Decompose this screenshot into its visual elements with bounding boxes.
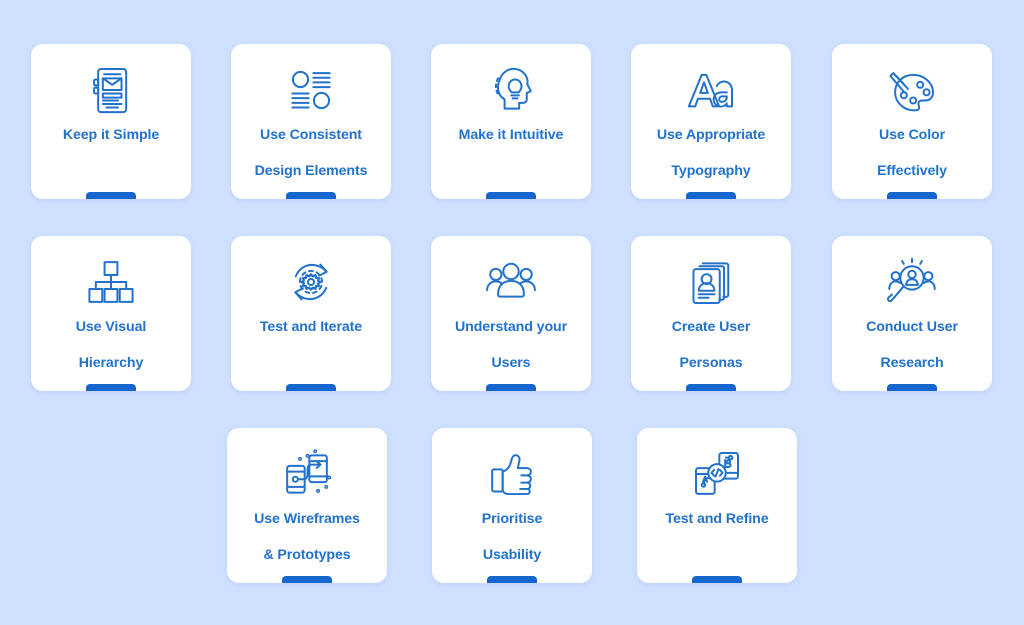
card-test-and-refine[interactable]: Test and Refine (637, 428, 797, 583)
paint-palette-icon (884, 44, 940, 126)
card-understand-your-users[interactable]: Understand your Users (431, 236, 591, 391)
card-conduct-user-research[interactable]: Conduct User Research (832, 236, 992, 391)
card-accent-bar (86, 192, 136, 199)
persona-cards-icon (683, 236, 739, 318)
card-label: Use Consistent Design Elements (254, 127, 368, 180)
card-use-wireframes-and-prototypes[interactable]: Use Wireframes & Prototypes (227, 428, 387, 583)
list-layout-icon (283, 44, 339, 126)
typography-aa-icon (683, 44, 739, 126)
card-accent-bar (487, 576, 537, 583)
user-group-icon (483, 236, 539, 318)
thumbs-up-icon (484, 428, 540, 510)
magnifier-users-icon (884, 236, 940, 318)
card-accent-bar (686, 192, 736, 199)
card-accent-bar (887, 192, 937, 199)
card-accent-bar (282, 576, 332, 583)
card-make-it-intuitive[interactable]: Make it Intuitive (431, 44, 591, 199)
head-lightbulb-icon (483, 44, 539, 126)
card-label: Test and Refine (665, 511, 769, 527)
card-label: Test and Iterate (259, 319, 363, 335)
card-accent-bar (86, 384, 136, 391)
card-label: Prioritise Usability (481, 511, 543, 564)
card-test-and-iterate[interactable]: Test and Iterate (231, 236, 391, 391)
card-accent-bar (692, 576, 742, 583)
hierarchy-tree-icon (83, 236, 139, 318)
card-use-appropriate-typography[interactable]: Use Appropriate Typography (631, 44, 791, 199)
card-accent-bar (286, 192, 336, 199)
card-keep-it-simple[interactable]: Keep it Simple (31, 44, 191, 199)
card-accent-bar (286, 384, 336, 391)
card-accent-bar (686, 384, 736, 391)
prototype-phones-icon (279, 428, 335, 510)
card-use-color-effectively[interactable]: Use Color Effectively (832, 44, 992, 199)
card-create-user-personas[interactable]: Create User Personas (631, 236, 791, 391)
gear-refresh-icon (283, 236, 339, 318)
card-label: Create User Personas (671, 319, 751, 372)
card-label: Understand your Users (454, 319, 567, 372)
card-accent-bar (887, 384, 937, 391)
card-prioritise-usability[interactable]: Prioritise Usability (432, 428, 592, 583)
card-label: Make it Intuitive (458, 127, 564, 143)
card-accent-bar (486, 384, 536, 391)
card-use-consistent-design-elements[interactable]: Use Consistent Design Elements (231, 44, 391, 199)
card-label: Keep it Simple (62, 127, 160, 143)
card-label: Use Color Effectively (877, 127, 947, 180)
card-label: Use Appropriate Typography (656, 127, 766, 180)
mobile-wireframe-icon (83, 44, 139, 126)
design-principles-board: Keep it Simple Use Consistent Design Ele… (0, 0, 1024, 625)
card-accent-bar (486, 192, 536, 199)
card-label: Use Wireframes & Prototypes (254, 511, 360, 564)
card-use-visual-hierarchy[interactable]: Use Visual Hierarchy (31, 236, 191, 391)
card-label: Conduct User Research (866, 319, 958, 372)
ab-test-phones-icon (689, 428, 745, 510)
card-label: Use Visual Hierarchy (75, 319, 147, 372)
